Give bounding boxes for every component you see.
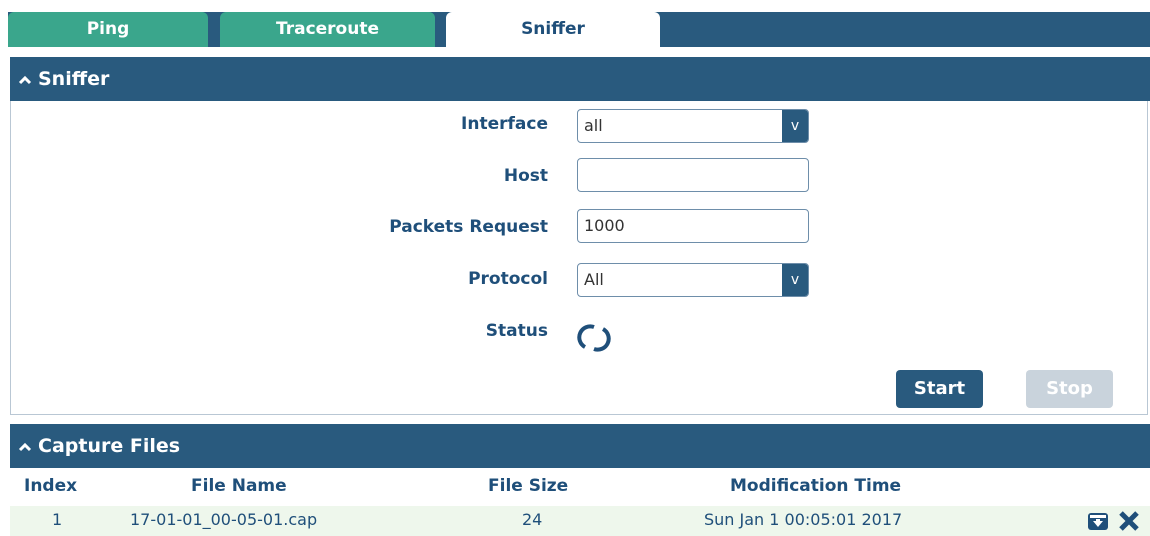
packets-request-label: Packets Request [389, 217, 548, 237]
protocol-select[interactable]: All v [577, 263, 809, 297]
cell-modification-time: Sun Jan 1 00:05:01 2017 [704, 510, 903, 529]
capture-files-section-header[interactable]: Capture Files [10, 424, 1150, 468]
sniffer-panel [10, 101, 1148, 415]
packets-request-input[interactable]: 1000 [577, 209, 809, 243]
chevron-down-icon[interactable]: v [782, 110, 808, 142]
sniffer-section-header[interactable]: Sniffer [10, 57, 1150, 101]
protocol-select-value: All [584, 270, 604, 289]
column-header-file-name: File Name [191, 476, 287, 496]
loading-spinner-icon [577, 321, 611, 355]
host-input[interactable] [577, 158, 809, 192]
host-label: Host [503, 166, 548, 186]
delete-icon[interactable] [1118, 510, 1140, 532]
cell-index: 1 [52, 510, 63, 529]
cell-file-name: 17-01-01_00-05-01.cap [130, 510, 318, 529]
chevron-down-icon[interactable]: v [782, 264, 808, 296]
column-header-modification-time: Modification Time [730, 476, 902, 496]
status-label: Status [485, 321, 548, 341]
stop-button[interactable]: Stop [1026, 370, 1113, 408]
column-header-index: Index [24, 476, 78, 496]
tab-traceroute[interactable]: Traceroute [220, 12, 435, 47]
interface-select-value: all [584, 116, 603, 135]
download-icon[interactable] [1087, 510, 1109, 532]
capture-files-section-title: Capture Files [38, 435, 181, 457]
cell-file-size: 24 [522, 510, 543, 529]
chevron-up-icon [18, 58, 34, 102]
tab-sniffer[interactable]: Sniffer [446, 12, 660, 48]
interface-select[interactable]: all v [577, 109, 809, 143]
column-header-file-size: File Size [488, 476, 569, 496]
sniffer-section-title: Sniffer [38, 68, 110, 90]
tab-bar: Ping Traceroute Sniffer [8, 12, 1150, 48]
start-button[interactable]: Start [896, 370, 983, 408]
interface-label: Interface [461, 114, 548, 134]
chevron-up-icon [18, 425, 34, 469]
protocol-label: Protocol [468, 269, 548, 289]
tab-ping[interactable]: Ping [8, 12, 208, 47]
